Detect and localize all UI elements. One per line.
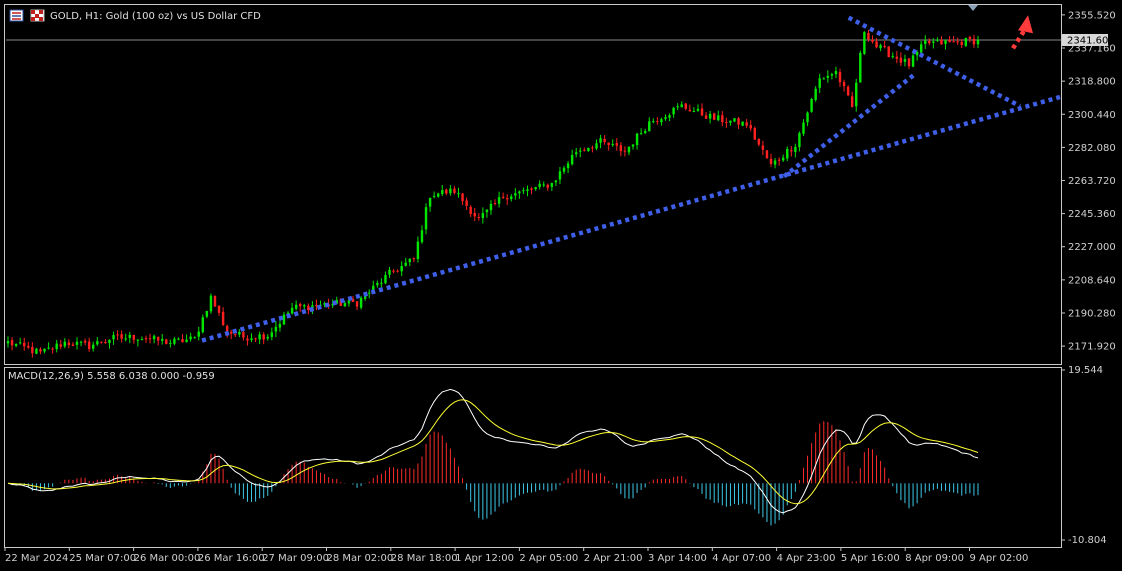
price-tick-label: 2171.920: [1068, 342, 1116, 353]
candle: [741, 121, 744, 127]
candle: [964, 37, 968, 48]
time-tick-label: 28 Mar 18:00: [391, 553, 458, 564]
checkered-flag-icon[interactable]: [30, 9, 45, 22]
time-tick-label: 26 Mar 00:00: [134, 553, 201, 564]
time-tick-label: 22 Mar 2024: [5, 553, 68, 564]
price-tick-label: 2263.720: [1068, 176, 1116, 187]
candle: [213, 295, 217, 307]
candle: [887, 46, 890, 58]
time-tick-label: 2 Apr 05:00: [519, 553, 578, 564]
price-tick-label: 2227.000: [1068, 242, 1116, 253]
candle: [201, 314, 205, 334]
time-tick-label: 28 Mar 02:00: [327, 553, 394, 564]
price-tick-label: 2355.520: [1068, 10, 1116, 21]
macd-tick-label: 19.544: [1068, 365, 1103, 376]
time-tick-label: 4 Apr 23:00: [777, 553, 836, 564]
candle: [209, 293, 213, 314]
price-tick-label: 2245.360: [1068, 209, 1116, 220]
candle: [810, 97, 813, 113]
candle: [765, 149, 769, 159]
candle: [863, 31, 866, 55]
macd-tick-label: -10.804: [1068, 535, 1107, 546]
price-tick-label: 2282.080: [1068, 143, 1116, 154]
trading-chart[interactable]: GOLD, H1: Gold (100 oz) vs US Dollar CFD…: [0, 0, 1122, 571]
time-tick-label: 27 Mar 09:00: [262, 553, 329, 564]
price-tick-label: 2190.280: [1068, 308, 1116, 319]
time-tick-label: 3 Apr 14:00: [648, 553, 707, 564]
time-tick-label: 25 Mar 07:00: [69, 553, 136, 564]
time-tick-label: 8 Apr 09:00: [905, 553, 964, 564]
candle: [859, 50, 862, 83]
time-tick-label: 5 Apr 16:00: [841, 553, 900, 564]
price-tick-label: 2208.640: [1068, 275, 1116, 286]
candle: [35, 347, 38, 355]
macd-indicator-label: MACD(12,26,9) 5.558 6.038 0.000 -0.959: [8, 371, 215, 382]
time-tick-label: 4 Apr 07:00: [712, 553, 771, 564]
price-tick-label: 2318.800: [1068, 77, 1116, 88]
candle: [753, 126, 756, 141]
time-tick-label: 26 Mar 16:00: [198, 553, 265, 564]
candle: [712, 112, 716, 121]
price-tick-label: 2300.440: [1068, 110, 1116, 121]
time-tick-label: 1 Apr 12:00: [455, 553, 514, 564]
time-tick-label: 2 Apr 21:00: [584, 553, 643, 564]
bar-chart-icon[interactable]: [9, 9, 24, 22]
time-tick-label: 9 Apr 02:00: [970, 553, 1029, 564]
current-price-label: 2341.600: [1067, 35, 1115, 46]
chart-title: GOLD, H1: Gold (100 oz) vs US Dollar CFD: [50, 11, 261, 22]
